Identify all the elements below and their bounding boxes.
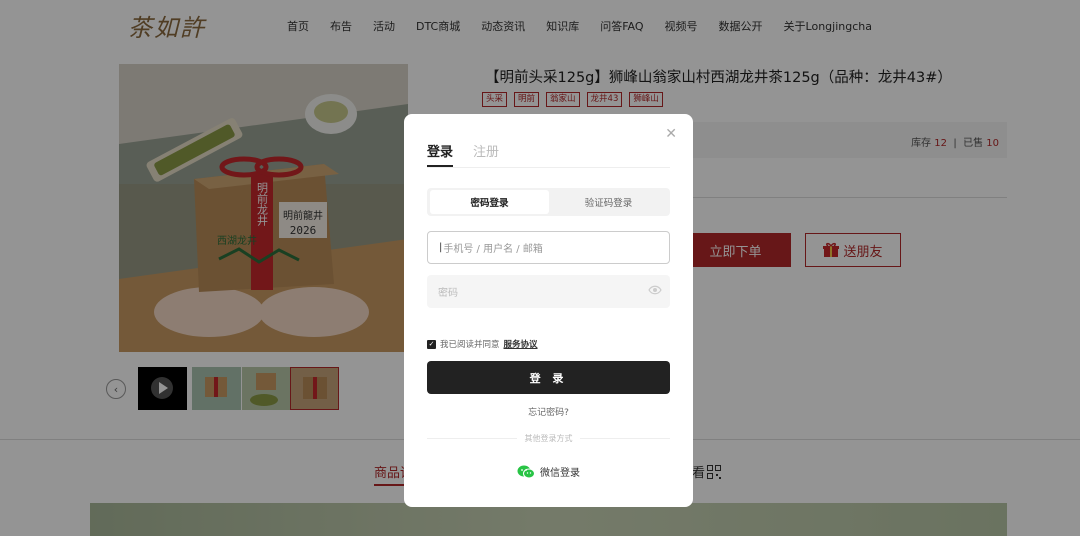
agreement-checkbox[interactable]: ✓ [427,339,436,349]
code-login-option[interactable]: 验证码登录 [549,190,668,214]
password-input[interactable]: 密码 [427,275,670,308]
login-method-switch: 密码登录 验证码登录 [427,188,670,216]
agreement-text: 我已阅读并同意 [440,340,500,350]
service-agreement-link[interactable]: 服务协议 [504,338,538,350]
login-submit-button[interactable]: 登 录 [427,361,670,394]
other-login-label: 其他登录方式 [524,434,573,443]
close-icon[interactable]: ✕ [665,126,677,142]
tab-login[interactable]: 登录 [427,141,454,167]
auth-tabs: 登录 注册 [427,141,670,168]
username-placeholder: 手机号 / 用户名 / 邮箱 [443,244,543,255]
password-login-option[interactable]: 密码登录 [430,190,549,214]
agreement-row: ✓ 我已阅读并同意 服务协议 [427,338,538,350]
password-placeholder: 密码 [438,288,458,299]
text-cursor: | [439,242,443,253]
forgot-password-link[interactable]: 忘记密码? [404,405,693,418]
wechat-login-label: 微信登录 [540,468,580,479]
other-login-divider: 其他登录方式 [427,433,670,443]
login-modal: ✕ 登录 注册 密码登录 验证码登录 | 手机号 / 用户名 / 邮箱 密码 ✓… [404,114,693,507]
tab-register[interactable]: 注册 [473,141,499,160]
wechat-login-button[interactable]: 微信登录 [404,464,693,479]
wechat-icon [517,465,535,478]
username-input[interactable]: | 手机号 / 用户名 / 邮箱 [427,231,670,264]
eye-icon[interactable] [648,285,662,295]
